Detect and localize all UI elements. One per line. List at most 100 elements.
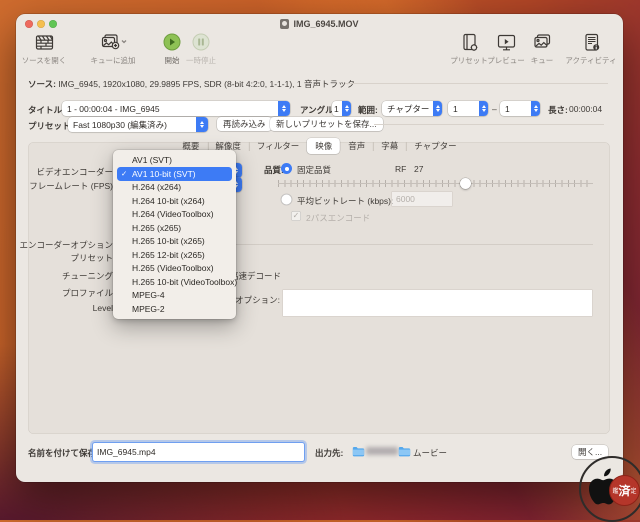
encoder-options-label: エンコーダーオプション bbox=[19, 240, 113, 250]
encoder-menu-item-label: H.264 (VideoToolbox) bbox=[132, 209, 214, 220]
range-type-value: チャプター bbox=[387, 103, 430, 114]
certified-stamp: 鑑 済 定 bbox=[609, 475, 640, 506]
encoder-menu-item[interactable]: MPEG-2 bbox=[117, 302, 232, 316]
encoder-menu-item-label: H.265 (x265) bbox=[132, 222, 182, 233]
encoder-menu-item-label: AV1 10-bit (SVT) bbox=[132, 168, 196, 179]
tab[interactable]: 字幕 bbox=[373, 138, 406, 154]
queue-button[interactable]: キュー bbox=[522, 31, 562, 66]
activity-button[interactable]: アクティビティ bbox=[563, 31, 619, 66]
constant-quality-radio[interactable] bbox=[281, 163, 292, 174]
save-new-preset-button[interactable]: 新しいプリセットを保存... bbox=[270, 117, 383, 131]
movies-folder-label[interactable]: ムービー bbox=[413, 447, 447, 459]
title-popup[interactable]: 1 - 00:00:04 - IMG_6945 bbox=[62, 101, 290, 116]
source-info: IMG_6945, 1920x1080, 29.9895 FPS, SDR (8… bbox=[58, 79, 355, 89]
encoder-menu-item[interactable]: H.264 10-bit (x264) bbox=[117, 194, 232, 208]
encoder-menu-item[interactable]: H.265 10-bit (VideoToolbox) bbox=[117, 275, 237, 289]
window-title: IMG_6945.MOV bbox=[293, 19, 359, 29]
length-value: 00:00:04 bbox=[569, 104, 603, 114]
encoder-menu-item[interactable]: H.265 (VideoToolbox) bbox=[117, 262, 232, 276]
clapperboard-icon bbox=[18, 31, 70, 53]
range-to-popup[interactable]: 1 bbox=[500, 101, 540, 116]
framerate-label: フレームレート (FPS) bbox=[29, 181, 113, 191]
site-watermark: 鑑 済 定 bbox=[579, 456, 640, 522]
avg-bitrate-radio[interactable] bbox=[281, 194, 292, 205]
encoder-menu-item[interactable]: H.264 (x264) bbox=[117, 181, 232, 195]
level-label: Level bbox=[92, 303, 113, 313]
range-dash: – bbox=[492, 104, 497, 114]
quality-slider[interactable] bbox=[278, 177, 593, 189]
extra-options-field[interactable] bbox=[283, 290, 592, 316]
title-popup-value: 1 - 00:00:04 - IMG_6945 bbox=[67, 103, 160, 114]
preset-popup[interactable]: Fast 1080p30 (編集済み) bbox=[68, 117, 208, 132]
stamp-right-char: 定 bbox=[630, 489, 637, 495]
add-to-queue-icon bbox=[82, 31, 144, 53]
tune-label: チューニング bbox=[61, 271, 113, 281]
movies-folder-icon[interactable] bbox=[398, 446, 411, 457]
range-type-popup[interactable]: チャプター bbox=[382, 101, 442, 116]
avg-bitrate-field[interactable]: 6000 bbox=[392, 192, 452, 206]
source-label: ソース: bbox=[28, 79, 56, 89]
tab[interactable]: フィルター bbox=[248, 138, 307, 154]
pause-label: 一時停止 bbox=[186, 56, 216, 65]
length-label: 長さ: bbox=[548, 105, 568, 115]
destination-volume-name-blurred bbox=[366, 447, 398, 455]
tab[interactable]: 音声 bbox=[340, 138, 373, 154]
add-to-queue-label: キューに追加 bbox=[90, 56, 136, 65]
encoder-menu-item-label: H.265 12-bit (x265) bbox=[132, 249, 205, 260]
title-label: タイトル: bbox=[28, 105, 65, 115]
avg-bitrate-label: 平均ビットレート (kbps): bbox=[297, 196, 394, 206]
activity-label: アクティビティ bbox=[565, 56, 617, 65]
encoder-menu-item-label: H.264 (x264) bbox=[132, 182, 182, 193]
encoder-menu-item[interactable]: H.265 10-bit (x265) bbox=[117, 235, 232, 249]
popup-arrows-icon bbox=[196, 117, 208, 132]
stamp-center-char: 済 bbox=[618, 484, 631, 498]
angle-value: 1 bbox=[334, 103, 339, 114]
quality-slider-thumb[interactable] bbox=[459, 177, 471, 189]
desktop: { "window": { "title": "IMG_6945.MOV" },… bbox=[0, 0, 640, 522]
range-from-value: 1 bbox=[453, 103, 458, 114]
encoder-menu-item[interactable]: H.265 12-bit (x265) bbox=[117, 248, 232, 262]
save-as-label: 名前を付けて保存: bbox=[28, 448, 99, 458]
queue-label: キュー bbox=[530, 56, 554, 65]
preset-label: プリセット: bbox=[28, 121, 74, 131]
encoder-dropdown-menu: AV1 (SVT) ✓ AV1 10-bit (SVT) H.264 (x264… bbox=[113, 150, 237, 319]
encoder-menu-item[interactable]: MPEG-4 bbox=[117, 289, 232, 303]
rf-label: RF bbox=[395, 164, 407, 174]
constant-quality-label: 固定品質 bbox=[297, 165, 332, 175]
range-label: 範囲: bbox=[358, 105, 378, 115]
tab[interactable]: チャプター bbox=[406, 138, 464, 154]
popup-arrows-icon bbox=[342, 101, 351, 116]
add-to-queue-button[interactable]: キューに追加 bbox=[82, 31, 144, 66]
handbrake-window: IMG_6945.MOV ソースを開く キューに追加 開始 一時停止 プリセット… bbox=[16, 14, 623, 482]
encoder-menu-item[interactable]: H.265 (x265) bbox=[117, 221, 232, 235]
source-divider bbox=[345, 83, 608, 84]
popup-arrows-icon bbox=[433, 101, 442, 116]
preset-popup-value: Fast 1080p30 (編集済み) bbox=[73, 119, 168, 130]
destination-volume-folder-icon[interactable] bbox=[352, 446, 365, 457]
open-source-button[interactable]: ソースを開く bbox=[18, 31, 70, 66]
save-filename-input[interactable] bbox=[93, 443, 304, 461]
pause-button[interactable]: 一時停止 bbox=[179, 31, 223, 66]
encoder-preset-label: プリセット bbox=[70, 253, 113, 263]
reload-preset-button[interactable]: 再読み込み bbox=[217, 117, 272, 131]
popup-arrows-icon bbox=[531, 101, 540, 116]
encoder-menu-item[interactable]: AV1 (SVT) bbox=[117, 154, 232, 168]
angle-popup[interactable]: 1 bbox=[332, 101, 351, 116]
movie-file-icon bbox=[280, 19, 290, 29]
range-from-popup[interactable]: 1 bbox=[448, 101, 488, 116]
profile-label: プロファイル bbox=[61, 288, 113, 298]
two-pass-checkbox[interactable]: ✓ bbox=[291, 211, 301, 221]
popup-arrows-icon bbox=[479, 101, 488, 116]
popup-arrows-icon bbox=[278, 101, 290, 116]
pause-icon bbox=[179, 31, 223, 53]
encoder-menu-item-label: AV1 (SVT) bbox=[132, 155, 172, 166]
tab[interactable]: 映像 bbox=[307, 138, 341, 154]
fast-decode-label: 高速デコード bbox=[230, 271, 282, 281]
encoder-menu-item-label: MPEG-4 bbox=[132, 290, 165, 301]
open-source-label: ソースを開く bbox=[21, 56, 67, 65]
two-pass-label: 2パスエンコード bbox=[306, 213, 371, 223]
encoder-menu-item-label: H.265 10-bit (VideoToolbox) bbox=[132, 276, 238, 287]
encoder-menu-item[interactable]: ✓ AV1 10-bit (SVT) bbox=[117, 167, 232, 181]
video-encoder-label: ビデオエンコーダー bbox=[36, 167, 113, 177]
encoder-menu-item[interactable]: H.264 (VideoToolbox) bbox=[117, 208, 232, 222]
